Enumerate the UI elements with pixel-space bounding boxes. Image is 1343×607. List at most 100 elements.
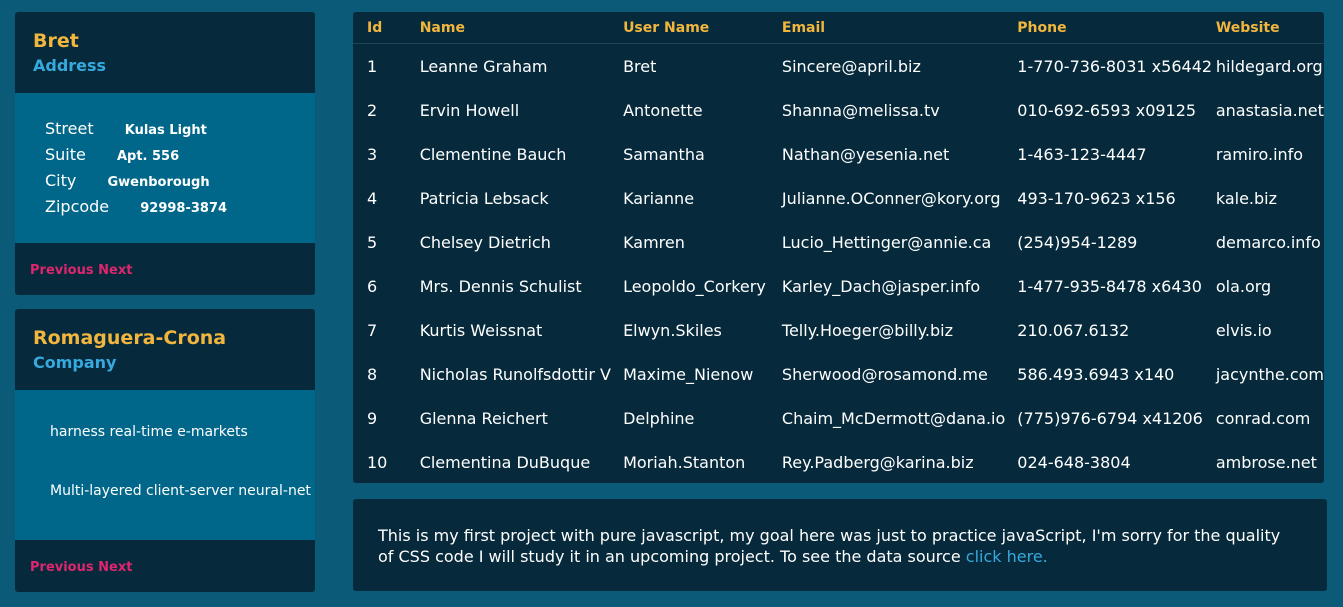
- cell-username: Karianne: [623, 188, 695, 208]
- cell-name: Leanne Graham: [419, 56, 548, 76]
- project-note-panel: This is my first project with pure javas…: [353, 499, 1327, 591]
- cell-username: Leopoldo_Corkery: [623, 276, 766, 296]
- cell-website: jacynthe.com: [1215, 364, 1324, 384]
- street-value: Kulas Light: [124, 123, 207, 138]
- address-card-header: Bret Address: [15, 12, 315, 93]
- company-bs: harness real-time e-markets: [50, 424, 248, 440]
- company-pager: Previous Next: [30, 560, 132, 575]
- cell-website: ambrose.net: [1215, 452, 1317, 472]
- table-row[interactable]: 6 Mrs. Dennis Schulist Leopoldo_Corkery Kar…: [353, 264, 1324, 308]
- header-name: Name: [419, 12, 624, 44]
- cell-phone: 1-463-123-4447: [1017, 144, 1147, 164]
- users-table: Id Name User Name Email Phone Website 1 L…: [353, 12, 1324, 483]
- zipcode-value: 92998-3874: [140, 201, 228, 216]
- address-card-subtitle: Address: [33, 56, 107, 75]
- company-name: Romaguera-Crona: [33, 327, 227, 349]
- header-email: Email: [781, 12, 1018, 44]
- suite-value: Apt. 556: [116, 149, 180, 164]
- cell-email: Shanna@melissa.tv: [781, 100, 940, 120]
- company-next-button[interactable]: Next: [98, 560, 132, 575]
- address-previous-button[interactable]: Previous: [30, 263, 94, 278]
- suite-label: Suite: [45, 145, 86, 164]
- city-label: City: [45, 171, 77, 190]
- address-card-body: Street Kulas Light Suite Apt. 556 City G…: [15, 93, 315, 243]
- company-card-header: Romaguera-Crona Company: [15, 309, 315, 390]
- table-row[interactable]: 5 Chelsey Dietrich Kamren Lucio_Hettinger@a…: [353, 220, 1324, 264]
- header-website: Website: [1215, 12, 1324, 44]
- table-header-row: Id Name User Name Email Phone Website: [353, 12, 1324, 44]
- company-catchphrase: Multi-layered client-server neural-net: [50, 483, 311, 499]
- cell-email: Julianne.OConner@kory.org: [781, 188, 1001, 208]
- table-row[interactable]: 3 Clementine Bauch Samantha Nathan@yesenia.…: [353, 132, 1324, 176]
- table-row[interactable]: 10 Clementina DuBuque Moriah.Stanton Rey.Pa…: [353, 440, 1324, 483]
- city-value: Gwenborough: [107, 175, 210, 190]
- company-card-subtitle: Company: [33, 353, 117, 372]
- cell-email: Chaim_McDermott@dana.io: [781, 408, 1006, 428]
- header-username: User Name: [623, 12, 782, 44]
- cell-id: 1: [367, 56, 378, 76]
- table-row[interactable]: 2 Ervin Howell Antonette Shanna@melissa.tv 0…: [353, 88, 1324, 132]
- street-label: Street: [45, 119, 94, 138]
- project-note: This is my first project with pure javas…: [378, 525, 1288, 567]
- cell-phone: 493-170-9623 x156: [1017, 188, 1176, 208]
- cell-email: Lucio_Hettinger@annie.ca: [781, 232, 992, 252]
- cell-phone: 010-692-6593 x09125: [1017, 100, 1197, 120]
- header-phone: Phone: [1017, 12, 1216, 44]
- cell-email: Karley_Dach@jasper.info: [781, 276, 981, 296]
- cell-email: Sincere@april.biz: [781, 56, 921, 76]
- table-row[interactable]: 7 Kurtis Weissnat Elwyn.Skiles Telly.Hoeger…: [353, 308, 1324, 352]
- cell-username: Elwyn.Skiles: [623, 320, 722, 340]
- cell-id: 10: [367, 452, 388, 472]
- cell-website: conrad.com: [1215, 408, 1311, 428]
- cell-email: Rey.Padberg@karina.biz: [781, 452, 974, 472]
- address-row-street: Street Kulas Light: [45, 119, 207, 138]
- cell-website: kale.biz: [1215, 188, 1277, 208]
- table-row[interactable]: 4 Patricia Lebsack Karianne Julianne.OConne…: [353, 176, 1324, 220]
- address-row-zipcode: Zipcode 92998-3874: [45, 197, 227, 216]
- cell-username: Bret: [623, 56, 657, 76]
- cell-phone: 210.067.6132: [1017, 320, 1130, 340]
- cell-name: Chelsey Dietrich: [419, 232, 551, 252]
- table-row[interactable]: 9 Glenna Reichert Delphine Chaim_McDermott@…: [353, 396, 1324, 440]
- company-previous-button[interactable]: Previous: [30, 560, 94, 575]
- cell-website: hildegard.org: [1215, 56, 1323, 76]
- cell-website: ramiro.info: [1215, 144, 1304, 164]
- cell-username: Kamren: [623, 232, 685, 252]
- cell-email: Nathan@yesenia.net: [781, 144, 950, 164]
- table-row[interactable]: 8 Nicholas Runolfsdottir V Maxime_Nienow Sh…: [353, 352, 1324, 396]
- address-row-city: City Gwenborough: [45, 171, 210, 190]
- address-next-button[interactable]: Next: [98, 263, 132, 278]
- cell-website: ola.org: [1215, 276, 1272, 296]
- cell-phone: (254)954-1289: [1017, 232, 1138, 252]
- cell-name: Glenna Reichert: [419, 408, 548, 428]
- cell-phone: 1-770-736-8031 x56442: [1017, 56, 1213, 76]
- project-note-text: This is my first project with pure javas…: [378, 526, 1281, 566]
- address-row-suite: Suite Apt. 556: [45, 145, 179, 164]
- cell-name: Clementina DuBuque: [419, 452, 591, 472]
- address-card: Bret Address Street Kulas Light Suite Ap…: [15, 12, 315, 295]
- cell-name: Patricia Lebsack: [419, 188, 549, 208]
- data-source-link[interactable]: click here.: [966, 547, 1048, 566]
- users-table-body: 1 Leanne Graham Bret Sincere@april.biz 1-770…: [353, 44, 1324, 484]
- company-card: Romaguera-Crona Company harness real-tim…: [15, 309, 315, 592]
- cell-username: Maxime_Nienow: [623, 364, 754, 384]
- cell-website: anastasia.net: [1215, 100, 1324, 120]
- users-table-panel: Id Name User Name Email Phone Website 1 L…: [353, 12, 1324, 483]
- cell-name: Kurtis Weissnat: [419, 320, 543, 340]
- company-card-body: harness real-time e-markets Multi-layere…: [15, 390, 315, 540]
- cell-id: 6: [367, 276, 378, 296]
- cell-website: elvis.io: [1215, 320, 1272, 340]
- cell-email: Sherwood@rosamond.me: [781, 364, 988, 384]
- table-row[interactable]: 1 Leanne Graham Bret Sincere@april.biz 1-770…: [353, 44, 1324, 89]
- cell-username: Samantha: [623, 144, 705, 164]
- zipcode-label: Zipcode: [45, 197, 110, 216]
- cell-name: Mrs. Dennis Schulist: [419, 276, 582, 296]
- cell-id: 2: [367, 100, 378, 120]
- cell-id: 5: [367, 232, 378, 252]
- cell-name: Ervin Howell: [419, 100, 520, 120]
- cell-username: Delphine: [623, 408, 695, 428]
- cell-phone: (775)976-6794 x41206: [1017, 408, 1203, 428]
- cell-phone: 1-477-935-8478 x6430: [1017, 276, 1202, 296]
- cell-username: Antonette: [623, 100, 703, 120]
- header-id: Id: [353, 12, 420, 44]
